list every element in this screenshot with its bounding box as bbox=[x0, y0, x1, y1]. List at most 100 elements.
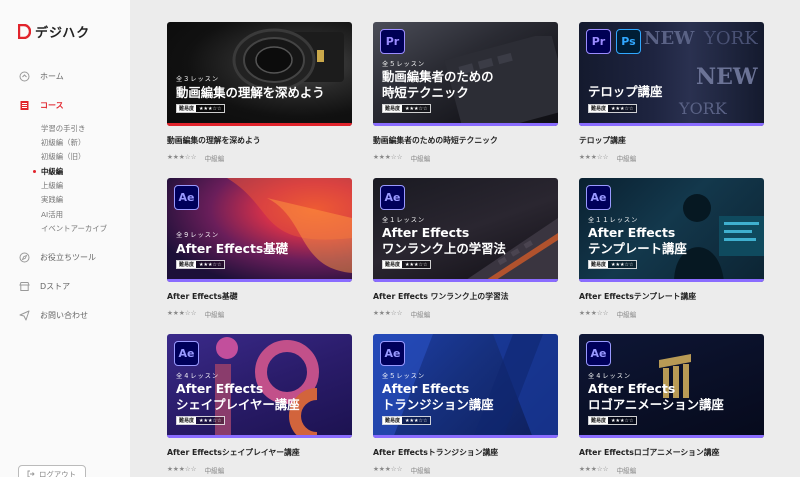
course-thumbnail[interactable]: Ae 全４レッスン After Effects ロゴアニメーション講座 難易度 … bbox=[579, 334, 764, 438]
thumbnail-title-line: テロップ講座 bbox=[588, 84, 663, 99]
course-rating: ★★★☆☆ bbox=[373, 153, 403, 161]
course-title[interactable]: テロップ講座 bbox=[579, 135, 764, 146]
difficulty-label: 難易度 bbox=[177, 105, 197, 112]
course-title[interactable]: After Effects ワンランク上の学習法 bbox=[373, 291, 558, 302]
course-rating: ★★★☆☆ bbox=[373, 309, 403, 317]
thumbnail-title-line: After Effects基礎 bbox=[176, 241, 289, 256]
difficulty-badge: 難易度 ★★★☆☆ bbox=[176, 104, 226, 113]
after-effects-icon: Ae bbox=[586, 341, 611, 366]
course-card[interactable]: 全３レッスン 動画編集の理解を深めよう 難易度 ★★★☆☆ 動画編集の理解を深め… bbox=[167, 22, 352, 163]
thumbnail-title-line: After Effects bbox=[176, 381, 264, 396]
course-thumbnail[interactable]: 全３レッスン 動画編集の理解を深めよう 難易度 ★★★☆☆ bbox=[167, 22, 352, 126]
course-title[interactable]: 動画編集者のための時短テクニック bbox=[373, 135, 558, 146]
course-thumbnail[interactable]: Ae 全４レッスン After Effects シェイプレイヤー講座 難易度 ★… bbox=[167, 334, 352, 438]
course-accent-bar bbox=[373, 279, 558, 282]
brand-logo[interactable]: デジハク bbox=[18, 22, 90, 41]
course-card[interactable]: Ae 全１レッスン After Effects ワンランク上の学習法 難易度 ★… bbox=[373, 178, 558, 319]
course-thumbnail[interactable]: NEW YORK NEW YORK Pr Ps テロップ講座 難易度 ★★★☆☆ bbox=[579, 22, 764, 126]
course-accent-bar bbox=[579, 279, 764, 282]
course-meta: ★★★☆☆ 中級編 bbox=[373, 153, 558, 163]
lesson-count: 全９レッスン bbox=[176, 232, 220, 239]
course-meta: ★★★☆☆ 中級編 bbox=[579, 153, 764, 163]
difficulty-stars: ★★★☆☆ bbox=[199, 105, 222, 112]
course-meta: ★★★☆☆ 中級編 bbox=[373, 309, 558, 319]
course-rating: ★★★☆☆ bbox=[579, 309, 609, 317]
svg-text:YORK: YORK bbox=[703, 28, 758, 49]
course-meta: ★★★☆☆ 中級編 bbox=[167, 309, 352, 319]
difficulty-label: 難易度 bbox=[383, 417, 403, 424]
course-title[interactable]: After Effectsシェイプレイヤー講座 bbox=[167, 447, 352, 458]
compass-icon bbox=[18, 251, 30, 263]
course-card[interactable]: Ae 全４レッスン After Effects ロゴアニメーション講座 難易度 … bbox=[579, 334, 764, 475]
after-effects-icon: Ae bbox=[380, 341, 405, 366]
course-card[interactable]: Ae 全５レッスン After Effects トランジション講座 難易度 ★★… bbox=[373, 334, 558, 475]
course-card[interactable]: Ae 全９レッスン After Effects基礎 難易度 ★★★☆☆ Afte… bbox=[167, 178, 352, 319]
course-thumbnail[interactable]: Ae 全５レッスン After Effects トランジション講座 難易度 ★★… bbox=[373, 334, 558, 438]
course-title[interactable]: 動画編集の理解を深めよう bbox=[167, 135, 352, 146]
course-thumbnail[interactable]: Ae 全１レッスン After Effects ワンランク上の学習法 難易度 ★… bbox=[373, 178, 558, 282]
lesson-count: 全３レッスン bbox=[176, 76, 220, 83]
course-meta: ★★★☆☆ 中級編 bbox=[167, 153, 352, 163]
lesson-count: 全１１レッスン bbox=[588, 217, 639, 224]
course-title[interactable]: After Effectsロゴアニメーション講座 bbox=[579, 447, 764, 458]
course-card[interactable]: Ae 全１１レッスン After Effects テンプレート講座 難易度 ★★… bbox=[579, 178, 764, 319]
logo-mark-icon bbox=[18, 24, 31, 39]
course-meta: ★★★☆☆ 中級編 bbox=[579, 465, 764, 475]
nav-contact-label: お問い合わせ bbox=[40, 310, 88, 320]
course-level: 中級編 bbox=[204, 467, 225, 475]
course-rating: ★★★☆☆ bbox=[579, 465, 609, 473]
submenu-guide[interactable]: 学習の手引き bbox=[41, 123, 85, 134]
brand-name: デジハク bbox=[35, 26, 91, 41]
after-effects-icon: Ae bbox=[174, 341, 199, 366]
course-thumbnail[interactable]: Ae 全９レッスン After Effects基礎 難易度 ★★★☆☆ bbox=[167, 178, 352, 282]
submenu-intermediate[interactable]: 中級編 bbox=[41, 166, 63, 177]
difficulty-stars: ★★★☆☆ bbox=[611, 105, 634, 112]
nav-store[interactable]: Dストア bbox=[18, 280, 70, 292]
course-level: 中級編 bbox=[204, 155, 225, 163]
course-card[interactable]: Ae 全４レッスン After Effects シェイプレイヤー講座 難易度 ★… bbox=[167, 334, 352, 475]
difficulty-badge: 難易度 ★★★☆☆ bbox=[588, 104, 638, 113]
course-rating: ★★★☆☆ bbox=[167, 309, 197, 317]
course-accent-bar bbox=[579, 123, 764, 126]
difficulty-stars: ★★★☆☆ bbox=[199, 417, 222, 424]
submenu-advanced[interactable]: 上級編 bbox=[41, 180, 63, 191]
submenu-practice[interactable]: 実践編 bbox=[41, 194, 63, 205]
submenu-beginner-new[interactable]: 初級編（新） bbox=[41, 137, 85, 148]
course-card[interactable]: Pr 全５レッスン 動画編集者のための 時短テクニック 難易度 ★★★☆☆ 動画… bbox=[373, 22, 558, 163]
course-grid: 全３レッスン 動画編集の理解を深めよう 難易度 ★★★☆☆ 動画編集の理解を深め… bbox=[130, 0, 800, 477]
difficulty-label: 難易度 bbox=[383, 105, 403, 112]
course-rating: ★★★☆☆ bbox=[579, 153, 609, 161]
logout-button[interactable]: ログアウト bbox=[18, 465, 86, 477]
app-badges: Pr bbox=[380, 29, 405, 54]
course-accent-bar bbox=[373, 435, 558, 438]
course-rating: ★★★☆☆ bbox=[373, 465, 403, 473]
course-thumbnail[interactable]: Ae 全１１レッスン After Effects テンプレート講座 難易度 ★★… bbox=[579, 178, 764, 282]
nav-tools[interactable]: お役立ちツール bbox=[18, 251, 96, 263]
submenu-event-archive[interactable]: イベントアーカイブ bbox=[41, 223, 107, 234]
nav-course[interactable]: コース bbox=[18, 99, 64, 111]
course-title[interactable]: After Effectsテンプレート講座 bbox=[579, 291, 764, 302]
course-rating: ★★★☆☆ bbox=[167, 153, 197, 161]
submenu-beginner-old[interactable]: 初級編（旧） bbox=[41, 151, 85, 162]
course-level: 中級編 bbox=[410, 155, 431, 163]
course-accent-bar bbox=[167, 279, 352, 282]
difficulty-label: 難易度 bbox=[383, 261, 403, 268]
course-thumbnail[interactable]: Pr 全５レッスン 動画編集者のための 時短テクニック 難易度 ★★★☆☆ bbox=[373, 22, 558, 126]
thumbnail-title-line: After Effects bbox=[588, 381, 676, 396]
nav-contact[interactable]: お問い合わせ bbox=[18, 309, 88, 321]
difficulty-stars: ★★★☆☆ bbox=[611, 417, 634, 424]
course-title[interactable]: After Effectsトランジション講座 bbox=[373, 447, 558, 458]
app-badges: Ae bbox=[586, 185, 611, 210]
course-card[interactable]: NEW YORK NEW YORK Pr Ps テロップ講座 難易度 ★★★☆☆… bbox=[579, 22, 764, 163]
course-title[interactable]: After Effects基礎 bbox=[167, 291, 352, 302]
send-icon bbox=[18, 309, 30, 321]
after-effects-icon: Ae bbox=[174, 185, 199, 210]
submenu-ai[interactable]: AI活用 bbox=[41, 209, 63, 220]
difficulty-badge: 難易度 ★★★☆☆ bbox=[588, 260, 638, 269]
course-accent-bar bbox=[167, 435, 352, 438]
nav-home[interactable]: ホーム bbox=[18, 70, 64, 82]
premiere-pro-icon: Pr bbox=[380, 29, 405, 54]
difficulty-badge: 難易度 ★★★☆☆ bbox=[176, 260, 226, 269]
difficulty-label: 難易度 bbox=[589, 105, 609, 112]
thumbnail-title-line: After Effects bbox=[382, 381, 470, 396]
